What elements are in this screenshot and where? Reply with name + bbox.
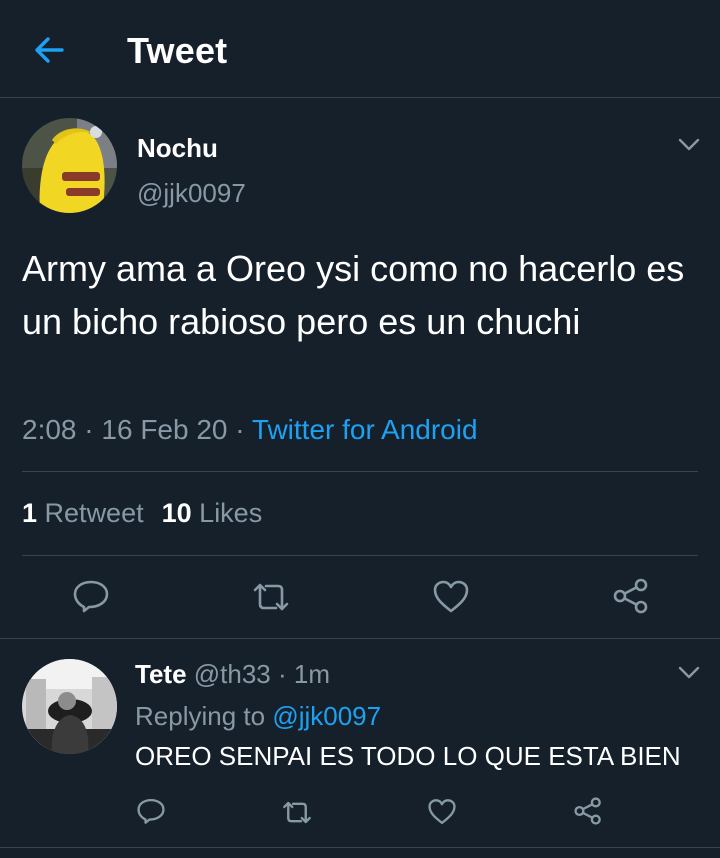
retweets-stat[interactable]: 1 Retweet [22,498,144,528]
share-icon [613,578,648,614]
replying-label: Replying to [135,701,266,731]
heart-icon [433,580,469,613]
avatar-image [22,118,117,213]
avatar-image [22,659,117,754]
avatar[interactable] [22,118,117,213]
retweet-label: Retweet [44,498,144,528]
reply-share-button[interactable] [573,797,603,830]
author-handle[interactable]: @jjk0097 [137,178,246,209]
top-bar: Tweet [0,0,720,98]
tweet-stats: 1 Retweet 10 Likes [22,498,262,529]
reply-menu-button[interactable] [678,666,700,680]
replying-to-link[interactable]: @jjk0097 [272,701,381,731]
reply-author-name[interactable]: Tete [135,659,187,689]
divider [22,555,698,556]
reply-button[interactable] [72,578,110,619]
tweet-source-link[interactable]: Twitter for Android [252,414,478,445]
reply-avatar[interactable] [22,659,117,754]
like-button[interactable] [432,579,470,620]
reply-header: Tete @th33 · 1m [135,659,330,690]
page-title: Tweet [127,30,228,71]
tweet-time: 2:08 [22,414,77,445]
divider [22,471,698,472]
replying-to: Replying to @jjk0097 [135,701,381,732]
reply-age: 1m [293,659,331,689]
retweet-count: 1 [22,498,38,528]
arrow-left-icon [35,37,64,63]
chevron-down-icon [678,138,700,151]
share-icon [574,797,601,825]
reply-icon [73,580,109,613]
like-label: Likes [199,498,263,528]
likes-stat[interactable]: 10 Likes [162,498,263,528]
divider [0,638,720,639]
meta-separator: · [235,414,245,445]
tweet-text: Army ama a Oreo ysi como no hacerlo es u… [22,248,685,342]
tweet-meta: 2:08 · 16 Feb 20 · Twitter for Android [22,414,478,446]
retweet-icon [253,583,289,611]
reply-icon [137,798,165,824]
meta-separator: · [84,414,94,445]
reply-retweet-button[interactable] [280,799,314,831]
reply-like-button[interactable] [427,798,457,831]
reply-author-handle[interactable]: @th33 [194,659,271,689]
reply-reply-button[interactable] [136,797,166,830]
heart-icon [428,799,456,825]
divider [0,847,720,848]
tweet-date: 16 Feb 20 [101,414,228,445]
meta-separator: · [278,659,287,689]
back-button[interactable] [30,32,70,68]
like-count: 10 [161,498,192,528]
retweet-button[interactable] [250,580,292,619]
author-name[interactable]: Nochu [137,133,218,164]
reply-text: OREO SENPAI ES TODO LO QUE ESTA BIEN [135,741,681,771]
tweet-menu-button[interactable] [678,138,700,152]
share-button[interactable] [612,578,650,619]
chevron-down-icon [678,666,700,679]
retweet-icon [283,801,311,824]
